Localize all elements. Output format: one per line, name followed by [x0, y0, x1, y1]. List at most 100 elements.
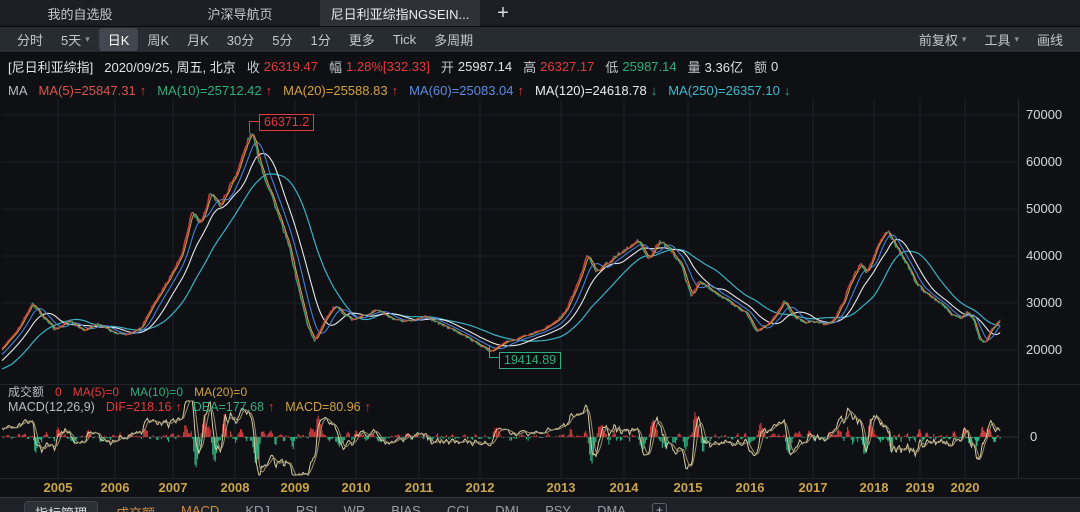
volume-indicator-bar: 成交额 0 MA(5)=0 MA(10)=0 MA(20)=0: [8, 385, 258, 398]
up-arrow-icon: ↑: [268, 399, 275, 414]
indicator-tab-bar: 指标管理 成交额 MACD KDJ RSI WR BIAS CCI DMI PSY DMA +: [0, 497, 1080, 512]
indicator-manage-button[interactable]: 指标管理: [24, 501, 99, 512]
quote-segment: MACD(12,26,9): [8, 400, 95, 414]
year-tick-label: 2014: [609, 480, 639, 495]
price-tick-label: 30000: [1026, 295, 1063, 310]
add-tab-button[interactable]: +: [480, 0, 526, 26]
indicator-tab-PSY[interactable]: PSY: [545, 501, 571, 512]
toolbar-button-label: 月K: [187, 33, 209, 48]
period-toolbar: 分时 5天 ▾ 日K 周K 月K 30分 5分 1分 更多 Tick 多周期 前复权 ▾ 工具 ▾ 画线: [0, 27, 1080, 53]
toolbar-button-30分[interactable]: 30分: [218, 28, 263, 51]
price-tick-label: 70000: [1026, 107, 1063, 122]
indicator-tab-BIAS[interactable]: BIAS: [391, 501, 421, 512]
quote-field-value: MA(120)=24618.78: [535, 82, 647, 98]
dropdown-caret-icon: ▾: [1014, 34, 1019, 44]
year-tick-label: 2008: [220, 480, 250, 495]
price-tick-label: 50000: [1026, 201, 1063, 216]
quote-field-label: 低: [605, 60, 619, 75]
toolbar-button-更多[interactable]: 更多: [340, 28, 384, 51]
toolbar-button-label: 分时: [17, 33, 44, 48]
year-tick-label: 2005: [43, 480, 73, 495]
toolbar-button-日K[interactable]: 日K: [98, 28, 139, 51]
quote-field-value: DEA=177.68: [192, 399, 264, 414]
quote-field-label: 额: [753, 60, 767, 75]
indicator-tab-DMI[interactable]: DMI: [495, 501, 519, 512]
year-tick-label: 2007: [158, 480, 188, 495]
year-tick-label: 2013: [546, 480, 576, 495]
indicator-tab-RSI[interactable]: RSI: [296, 501, 318, 512]
quote-segment: 收 26319.47: [247, 57, 318, 76]
quote-field-value: MA(20)=0: [194, 385, 248, 398]
quote-field-label: 开: [440, 60, 454, 75]
quote-field-value: 0: [55, 385, 62, 398]
year-tick-label: 2006: [100, 480, 130, 495]
toolbar-button-label: 多周期: [434, 33, 474, 48]
indicator-tab-MACD[interactable]: MACD: [181, 501, 219, 512]
kline-chart[interactable]: [0, 99, 1080, 497]
quote-segment: 高 26327.17: [523, 57, 594, 76]
year-tick-label: 2017: [798, 480, 828, 495]
quote-segment: MA(10)=25712.42 ↑: [157, 83, 272, 98]
indicator-prefix: MA: [8, 82, 28, 98]
quote-segment: 2020/09/25, 周五, 北京: [104, 57, 236, 76]
toolbar-button-周K[interactable]: 周K: [138, 28, 178, 51]
toolbar-button-分时[interactable]: 分时: [8, 28, 52, 51]
toolbar-right-buttons: 前复权 ▾ 工具 ▾ 画线: [910, 28, 1072, 51]
quote-field-value: 0: [770, 59, 779, 74]
quote-field-value: DIF=218.16: [105, 399, 172, 414]
up-arrow-icon: ↑: [391, 82, 399, 98]
toolbar-button-前复权[interactable]: 前复权 ▾: [910, 28, 976, 51]
quote-info-bar: [尼日利亚综指] 2020/09/25, 周五, 北京收 26319.47 幅 1.28…: [8, 58, 789, 75]
quote-field-label: 收: [246, 60, 260, 75]
year-tick-label: 2010: [341, 480, 371, 495]
quote-segment: 幅 1.28%[332.33]: [329, 57, 430, 76]
indicator-tab-KDJ[interactable]: KDJ: [245, 501, 270, 512]
indicator-tab-CCI[interactable]: CCI: [447, 501, 469, 512]
price-tick-label: 60000: [1026, 154, 1063, 169]
macd-zero-label: 0: [1030, 429, 1038, 444]
toolbar-button-label: 工具: [984, 33, 1011, 48]
quote-segment: MA(120)=24618.78 ↓: [535, 83, 657, 98]
high-price-annotation: 66371.2: [259, 114, 315, 131]
toolbar-button-label: 更多: [348, 33, 375, 48]
chart-tab-1[interactable]: 沪深导航页: [160, 0, 320, 26]
low-price-annotation: 19414.89: [499, 352, 562, 369]
up-arrow-icon: ↑: [139, 82, 147, 98]
quote-segment: 开 25987.14: [441, 57, 512, 76]
up-arrow-icon: ↑: [265, 82, 273, 98]
indicator-tab-成交额[interactable]: 成交额: [116, 501, 155, 512]
toolbar-button-5分[interactable]: 5分: [263, 28, 301, 51]
toolbar-button-多周期[interactable]: 多周期: [425, 28, 482, 51]
toolbar-button-5天[interactable]: 5天 ▾: [52, 28, 99, 51]
quote-field-value: 25987.14: [622, 59, 677, 74]
chart-tab-0[interactable]: 我的自选股: [0, 0, 160, 26]
dropdown-caret-icon: ▾: [85, 34, 90, 44]
indicator-tab-WR[interactable]: WR: [344, 501, 366, 512]
toolbar-button-工具[interactable]: 工具 ▾: [975, 28, 1028, 51]
toolbar-button-画线[interactable]: 画线: [1028, 28, 1072, 51]
down-arrow-icon: ↓: [783, 82, 791, 98]
quote-segment: MA(5)=0: [73, 385, 119, 398]
chart-tab-2[interactable]: 尼日利亚综指NGSEIN...: [320, 0, 480, 26]
add-indicator-button[interactable]: +: [651, 503, 667, 512]
quote-segment: DEA=177.68 ↑: [193, 400, 274, 414]
year-tick-label: 2009: [280, 480, 310, 495]
quote-segment: DIF=218.16 ↑: [106, 400, 182, 414]
year-tick-label: 2018: [859, 480, 889, 495]
quote-field-value: MA(250)=26357.10: [668, 82, 780, 98]
toolbar-button-label: 30分: [226, 33, 255, 48]
toolbar-button-label: 5分: [272, 33, 293, 48]
quote-segment: 0: [55, 385, 62, 398]
toolbar-button-Tick[interactable]: Tick: [384, 30, 425, 49]
toolbar-button-月K[interactable]: 月K: [178, 28, 218, 51]
quote-field-value: MA(20)=25588.83: [283, 82, 388, 98]
quote-segment: MA(5)=25847.31 ↑: [39, 83, 147, 98]
toolbar-button-1分[interactable]: 1分: [302, 28, 340, 51]
toolbar-button-label: 画线: [1036, 33, 1063, 48]
quote-field-value: 26319.47: [263, 59, 318, 74]
quote-field-value: MA(60)=25083.04: [409, 82, 514, 98]
indicator-tab-DMA[interactable]: DMA: [597, 501, 626, 512]
quote-field-value: MA(10)=25712.42: [157, 82, 262, 98]
quote-field-label: 量: [687, 60, 701, 75]
toolbar-button-label: 周K: [147, 33, 170, 48]
